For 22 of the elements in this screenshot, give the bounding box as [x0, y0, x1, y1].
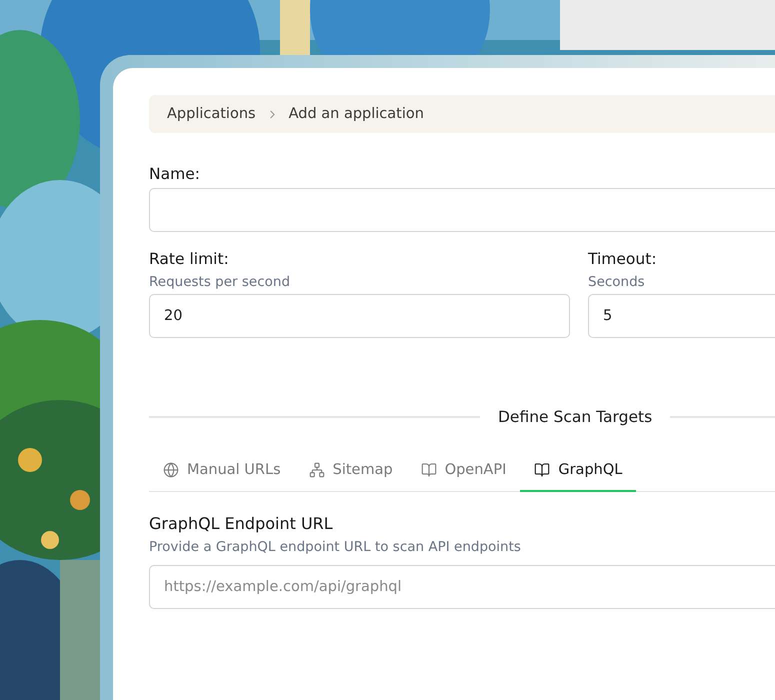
field-label: Timeout: [588, 250, 658, 268]
field-label: Rate limit: [149, 250, 230, 268]
section-title: Define Scan Targets [497, 408, 654, 426]
input-field[interactable]: 20 [149, 294, 570, 338]
field-label: Name: [149, 165, 201, 183]
globe-icon [163, 462, 179, 478]
book-icon [534, 462, 550, 478]
field-hint: Requests per second [149, 274, 292, 290]
tab[interactable]: GraphQL [520, 450, 636, 492]
section-heading: GraphQL Endpoint URL [149, 514, 334, 533]
book-icon [420, 462, 437, 478]
section-description: Provide a GraphQL endpoint URL to scan API endpoints [149, 539, 522, 555]
tab[interactable]: Sitemap [294, 450, 407, 492]
field-hint: Seconds [588, 274, 646, 290]
url-input-field[interactable]: https://example.com/api/graphql [149, 565, 775, 609]
tab[interactable]: Manual URLs [149, 450, 295, 492]
breadcrumb-item: Add an application [288, 106, 424, 122]
network-icon [308, 462, 325, 478]
breadcrumb-item[interactable]: Applications [167, 106, 256, 122]
tab[interactable]: OpenAPI [406, 450, 520, 492]
input-field[interactable] [149, 188, 775, 232]
input-field[interactable]: 5 [588, 294, 775, 338]
